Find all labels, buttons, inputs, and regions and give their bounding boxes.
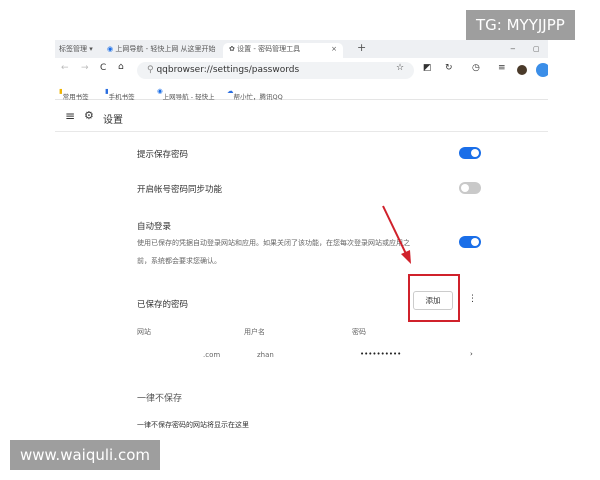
never-save-desc: 一律不保存密码的网站将显示在这里 [137,421,249,429]
close-tab-icon[interactable]: × [331,43,337,56]
tab-navigation[interactable]: ◉ 上网导航 - 轻快上网 从这里开始 [107,43,216,58]
offer-save-toggle[interactable] [459,147,481,159]
chevron-right-icon[interactable]: › [470,350,473,358]
annotation-arrow [382,205,411,264]
settings-header: ≡ ⚙ 设置 [55,101,548,132]
auto-login-label: 自动登录 [137,222,172,232]
sync-toggle[interactable] [459,182,481,194]
tab-bar: 标签管理 ▾ ◉ 上网导航 - 轻快上网 从这里开始 ✿ 设置 - 密码管理工具… [55,40,548,58]
star-icon[interactable]: ☆ [396,63,404,73]
search-icon: ⚲ [147,65,154,75]
maximize-button[interactable]: ▢ [533,43,540,58]
reload-icon[interactable]: C [100,63,106,73]
avatar[interactable] [517,65,527,75]
column-username: 用户名 [244,328,265,336]
auto-login-desc-2: 前，系统都会要求您确认。 [137,257,221,265]
entry-password: •••••••••• [360,350,402,358]
history-icon[interactable]: ◷ [472,63,480,73]
column-site: 网站 [137,328,151,336]
tab-settings[interactable]: ✿ 设置 - 密码管理工具 × [223,43,343,58]
entry-username: zhan [257,351,274,359]
bookmark-item[interactable]: ◉ 上网导航 - 轻快上 [157,87,215,101]
bookmarks-bar: ▮ 常用书签 ▮ 手机书签 ◉ 上网导航 - 轻快上 ☁ 帮小忙，腾讯QQ [55,83,548,101]
new-tab-button[interactable]: + [357,41,366,56]
gear-icon: ✿ [229,45,235,53]
saved-passwords-title: 已保存的密码 [137,300,189,310]
annotation-box [408,274,460,322]
back-icon[interactable]: ← [61,63,69,73]
watermark-site: www.waiquli.com [10,440,160,470]
entry-site: .com [203,351,221,359]
forward-icon[interactable]: → [81,63,89,73]
address-bar[interactable]: ⚲ qqbrowser://settings/passwords [137,62,414,79]
page-title: 设置 [103,115,123,126]
profile-icon[interactable] [536,63,548,77]
extension-icon[interactable]: ◩ [423,63,432,73]
bookmark-item[interactable]: ▮ 手机书签 [105,87,135,101]
never-save-title: 一律不保存 [137,394,183,404]
home-icon[interactable]: ⌂ [118,62,124,72]
auto-login-toggle[interactable] [459,236,481,248]
menu-icon[interactable]: ≡ [498,63,506,73]
qq-icon: ◉ [107,45,114,53]
menu-icon[interactable]: ≡ [65,109,75,123]
toolbar: ← → C ⌂ ⚲ qqbrowser://settings/passwords… [55,58,548,83]
sync-icon[interactable]: ↻ [445,63,453,73]
gear-icon: ⚙ [84,109,94,122]
watermark-tg: TG: MYYJJPP [466,10,575,40]
bookmark-item[interactable]: ▮ 常用书签 [59,87,89,101]
tab-manager[interactable]: 标签管理 ▾ [59,43,93,58]
more-icon[interactable]: ⋮ [468,294,477,304]
sync-label: 开启帐号密码同步功能 [137,185,223,195]
bookmark-item[interactable]: ☁ 帮小忙，腾讯QQ [227,87,283,101]
column-password: 密码 [352,328,366,336]
minimize-button[interactable]: − [510,43,516,58]
password-entry-row[interactable]: .com zhan •••••••••• › [130,345,490,367]
offer-save-label: 提示保存密码 [137,150,189,160]
